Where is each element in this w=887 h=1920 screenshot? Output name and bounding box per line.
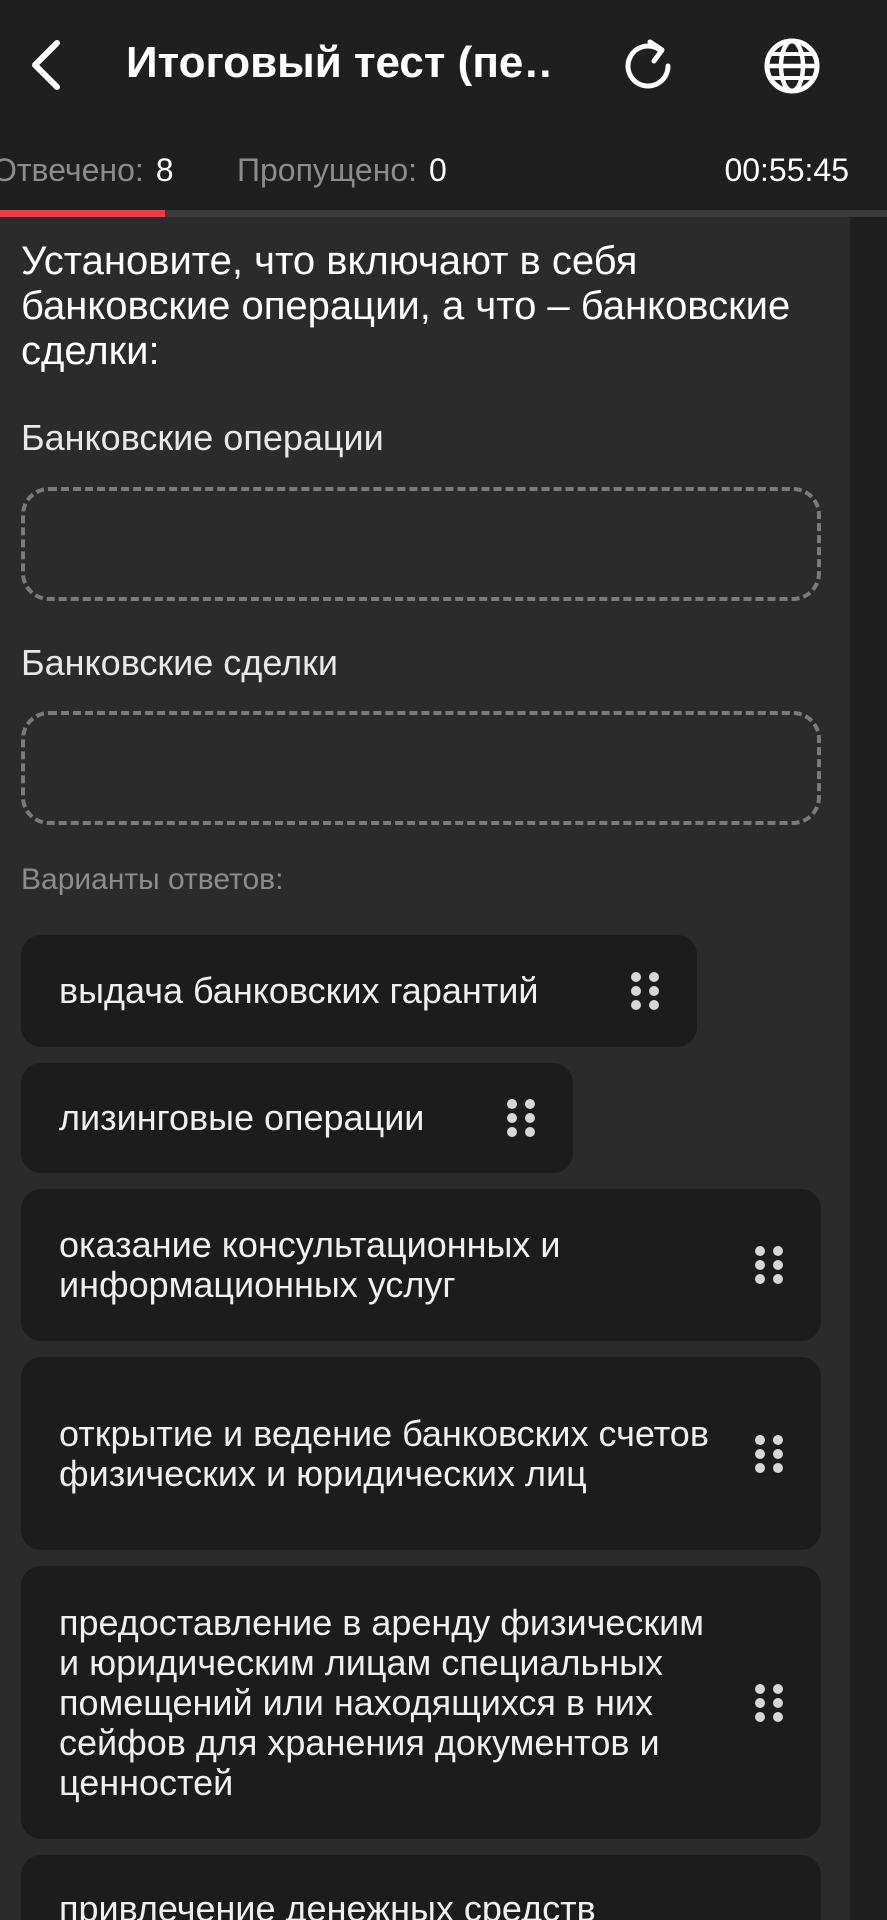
chevron-left-icon [32,40,60,90]
option-text: выдача банковских гарантий [59,970,539,1011]
skipped-label: Пропущено: [237,152,418,188]
skipped-counter: Пропущено: 0 [237,152,447,189]
answer-option[interactable]: предоставление в аренду физическим и юри… [21,1566,821,1839]
option-text: привлечение денежных средств [59,1888,596,1920]
answer-option[interactable]: оказание консультационных и информационн… [21,1189,821,1341]
option-text: открытие и ведение банковских счетов физ… [59,1412,709,1494]
progress-fill [0,210,165,217]
back-button[interactable] [22,30,70,100]
answer-option[interactable]: лизинговые операции [21,1063,573,1173]
option-text: оказание консультационных и информационн… [59,1224,561,1305]
timer: 00:55:45 [724,152,849,188]
dropzone-deals[interactable] [21,711,821,825]
dropzone-operations[interactable] [21,487,821,601]
answer-option[interactable]: привлечение денежных средств [21,1855,821,1920]
question-content: Установите, что включают в себя банковск… [0,217,850,1920]
top-app-bar: Итоговый тест (пе… [0,0,887,130]
answered-label: Отвечено: [0,152,144,188]
refresh-button[interactable] [610,28,690,104]
drag-handle-icon[interactable] [755,1683,783,1723]
option-text: предоставление в аренду физическим и юри… [59,1601,705,1803]
page-title: Итоговый тест (пе… [126,38,556,87]
answer-option[interactable]: выдача банковских гарантий [21,935,697,1047]
drag-handle-icon[interactable] [755,1245,783,1285]
globe-icon [764,38,820,94]
option-text: лизинговые операции [59,1097,425,1138]
answered-counter: Отвечено: 8 [0,152,174,189]
progress-bar [0,210,887,217]
drag-handle-icon[interactable] [631,971,659,1011]
status-bar: Отвечено: 8 Пропущено: 0 00:55:45 [0,130,887,212]
refresh-icon [625,39,671,89]
answered-value: 8 [155,152,174,188]
question-text: Установите, что включают в себя банковск… [21,239,791,373]
answer-option[interactable]: открытие и ведение банковских счетов физ… [21,1357,821,1550]
skipped-value: 0 [429,152,447,188]
scrollbar[interactable] [850,217,887,1920]
category-label-deals: Банковские сделки [21,642,339,683]
options-label: Варианты ответов: [21,863,284,896]
language-button[interactable] [752,28,832,104]
drag-handle-icon[interactable] [507,1098,535,1138]
category-label-operations: Банковские операции [21,417,384,458]
drag-handle-icon[interactable] [755,1434,783,1474]
